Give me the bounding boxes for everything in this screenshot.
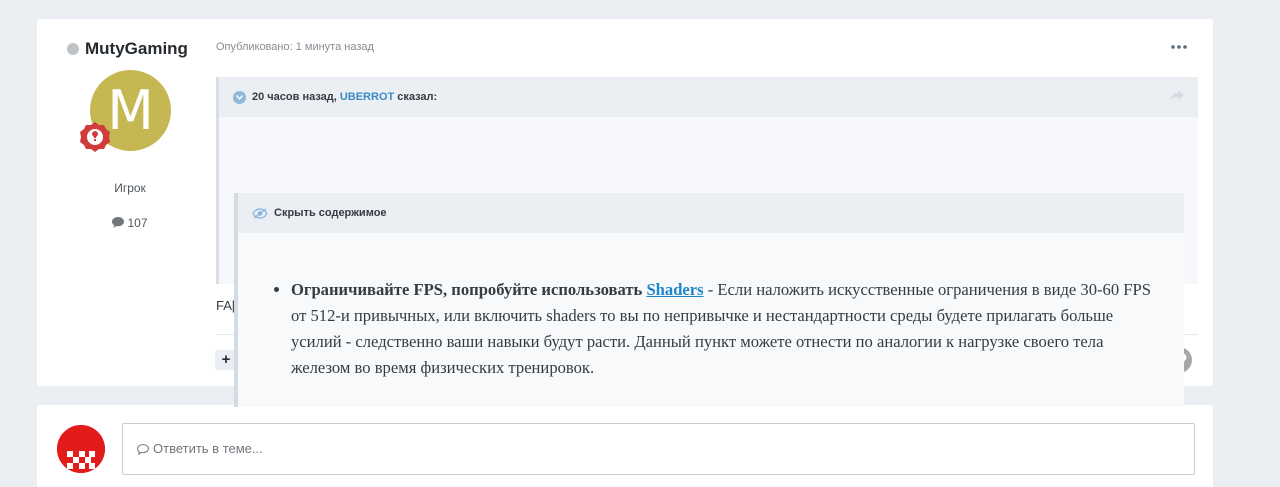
post-count: 107 bbox=[67, 216, 193, 230]
quote-user-link[interactable]: UBERROT bbox=[340, 91, 394, 103]
spoiler-header-label: Скрыть содержимое bbox=[274, 207, 387, 219]
more-options-icon[interactable] bbox=[1171, 43, 1187, 51]
shaders-link[interactable]: Shaders bbox=[646, 280, 703, 299]
spoiler-toggle[interactable]: Скрыть содержимое bbox=[238, 193, 1184, 233]
spoiler-content: Ограничивайте FPS, попробуйте использова… bbox=[238, 233, 1184, 381]
author-role: Игрок bbox=[114, 181, 146, 195]
quote-expand-icon[interactable] bbox=[233, 90, 246, 104]
quote-time: 20 часов назад, bbox=[252, 91, 337, 103]
reply-card: Ответить в теме... bbox=[37, 405, 1213, 487]
hidden-eye-icon bbox=[252, 207, 268, 219]
reply-input[interactable]: Ответить в теме... bbox=[122, 423, 1195, 475]
post-meta[interactable]: Опубликовано: 1 минута назад bbox=[216, 41, 374, 53]
spoiler-block: Скрыть содержимое Ограничивайте FPS, поп… bbox=[234, 193, 1184, 407]
post-text: FA[ bbox=[216, 298, 236, 313]
quote-header: 20 часов назад, UBERROT сказал: bbox=[219, 77, 1198, 117]
share-arrow-icon[interactable] bbox=[1170, 90, 1184, 102]
author-name-row: MutyGaming bbox=[67, 39, 217, 59]
spoiler-bold-text: Ограничивайте FPS, попробуйте использова… bbox=[291, 280, 643, 299]
author-panel: MutyGaming M Игрок 107 bbox=[67, 39, 217, 230]
comment-icon bbox=[112, 217, 125, 228]
rank-badge-icon bbox=[80, 122, 110, 152]
offline-status-icon bbox=[67, 43, 79, 55]
list-item: Ограничивайте FPS, попробуйте использова… bbox=[291, 277, 1164, 381]
quote-said: сказал: bbox=[397, 91, 438, 103]
reply-placeholder: Ответить в теме... bbox=[153, 441, 263, 456]
author-name[interactable]: MutyGaming bbox=[85, 39, 188, 59]
comment-icon bbox=[137, 444, 149, 456]
current-user-avatar[interactable] bbox=[57, 425, 105, 473]
post-count-value: 107 bbox=[127, 216, 148, 230]
